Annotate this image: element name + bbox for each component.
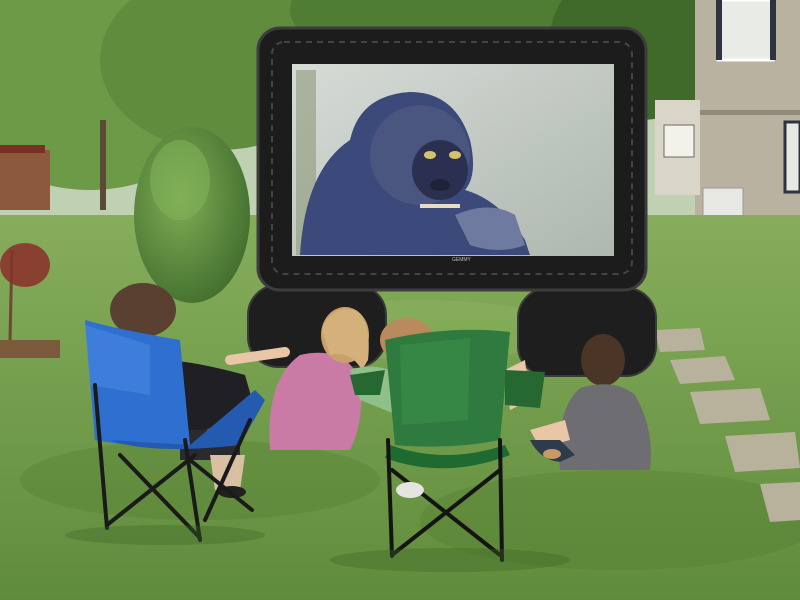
evergreen-shrub: [134, 127, 250, 303]
chair-shadow: [330, 548, 570, 572]
backyard-movie-scene: GEMMY: [0, 0, 800, 600]
neighbor-house: [0, 145, 50, 210]
screen-brand-label: GEMMY: [452, 257, 472, 263]
